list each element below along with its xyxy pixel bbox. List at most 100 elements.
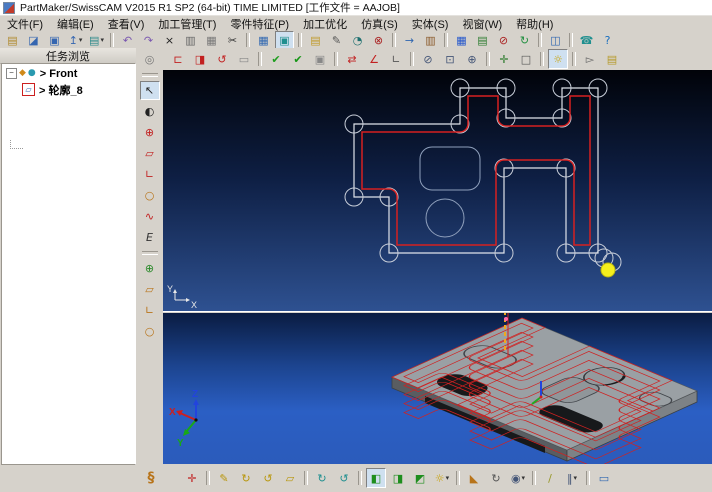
polygon-feature-icon: ▱: [145, 148, 153, 159]
support-phone-button[interactable]: ☎: [577, 31, 596, 49]
show-toolpath-button[interactable]: ☼: [548, 49, 568, 69]
report-button[interactable]: ▤: [473, 31, 492, 49]
tool-library-icon: ◎: [145, 54, 155, 65]
lead-angle-button[interactable]: ∠: [364, 49, 384, 69]
feature-edit-button[interactable]: ✎: [327, 31, 346, 49]
cut-button[interactable]: ✂: [223, 31, 242, 49]
tool-marker[interactable]: [601, 263, 615, 277]
display-options-dropdown-icon[interactable]: ▾: [446, 474, 450, 482]
undo-button[interactable]: ↶: [118, 31, 137, 49]
select-pointer-button[interactable]: ↖: [140, 81, 160, 100]
text-feature-button[interactable]: E: [140, 228, 160, 247]
point-feature-button[interactable]: ⊕: [140, 123, 160, 142]
contour-group-button[interactable]: ∟: [140, 301, 160, 320]
new-sheet-button[interactable]: ▭: [234, 49, 254, 69]
toolbar-separator: [532, 471, 536, 485]
ellipse-feature-button[interactable]: ○: [140, 186, 160, 205]
tree-item-contour8[interactable]: ▱ > 轮廓_8: [2, 83, 135, 96]
polygon-group-button[interactable]: ▱: [140, 280, 160, 299]
cycle-time-button[interactable]: ◔: [348, 31, 367, 49]
zoom-extent-button[interactable]: □: [516, 49, 536, 69]
toolbar-separator: [334, 52, 338, 66]
ellipse-group-icon: ○: [145, 326, 155, 337]
view-orient-icon: ◐: [145, 106, 155, 117]
print-dropdown-icon[interactable]: ▾: [100, 36, 104, 44]
spin-view-button[interactable]: ↻: [486, 468, 506, 488]
sketch-plane-button[interactable]: ✎: [214, 468, 234, 488]
view-front-button[interactable]: ◨: [388, 468, 408, 488]
view-front-icon: ◨: [393, 473, 403, 484]
sheet-highlight-button[interactable]: ▤: [602, 49, 622, 69]
ellipse-group-button[interactable]: ○: [140, 322, 160, 341]
point-group-button[interactable]: ⊕: [140, 259, 160, 278]
rotate-view-x-button[interactable]: ↻: [312, 468, 332, 488]
redo-icon: ↷: [144, 35, 153, 46]
measure-line-button[interactable]: /: [540, 468, 560, 488]
tree-item-front[interactable]: − ◆ ● > Front: [2, 67, 135, 80]
view-isometric-button[interactable]: ◧: [366, 468, 386, 488]
boundary-turn-button[interactable]: ◨: [190, 49, 210, 69]
pan-view-button[interactable]: ✛: [494, 49, 514, 69]
contour-feature-button[interactable]: ∟: [140, 165, 160, 184]
measure-tools-dropdown-icon[interactable]: ▾: [573, 474, 577, 482]
viewport-3d[interactable]: Z X Y: [163, 313, 712, 464]
camera-views-button[interactable]: ◉▾: [508, 468, 528, 488]
verify-all-icon: ✔: [293, 54, 302, 65]
help-button[interactable]: ?: [598, 31, 617, 49]
display-options-button[interactable]: ☼▾: [432, 468, 452, 488]
post-process-button[interactable]: ⊗: [369, 31, 388, 49]
part-features-button[interactable]: ▤: [306, 31, 325, 49]
zoom-previous-button[interactable]: ⊘: [418, 49, 438, 69]
export-program-button[interactable]: →: [400, 31, 419, 49]
open-folder-button[interactable]: ◪: [24, 31, 43, 49]
help-icon: ?: [605, 35, 611, 46]
copy-button[interactable]: ▥: [181, 31, 200, 49]
csys-axis-button[interactable]: ✛: [182, 468, 202, 488]
point-feature-icon: ⊕: [145, 127, 154, 138]
paste-button[interactable]: ▦: [202, 31, 221, 49]
measure-tools-button[interactable]: ‖▾: [562, 468, 582, 488]
new-file-button[interactable]: ▤: [3, 31, 22, 49]
zoom-window-button[interactable]: ⊡: [440, 49, 460, 69]
viewport-2d[interactable]: Y X: [163, 70, 712, 311]
section-view-button[interactable]: ◣: [464, 468, 484, 488]
redo-button[interactable]: ↷: [139, 31, 158, 49]
regenerate-button[interactable]: ↻: [515, 31, 534, 49]
process-table-button[interactable]: ▦: [254, 31, 273, 49]
save-button[interactable]: ▣: [45, 31, 64, 49]
rotate-view-y-button[interactable]: ↺: [334, 468, 354, 488]
spline-feature-button[interactable]: ∿: [140, 207, 160, 226]
corner-path-button[interactable]: ∟: [386, 49, 406, 69]
view-top-button[interactable]: ◩: [410, 468, 430, 488]
pick-highlight-button[interactable]: ▻: [580, 49, 600, 69]
reverse-direction-button[interactable]: ⇄: [342, 49, 362, 69]
verify-feature-button[interactable]: ✔: [266, 49, 286, 69]
sketch-revolve-button[interactable]: ↺: [258, 468, 278, 488]
camera-views-dropdown-icon[interactable]: ▾: [522, 474, 526, 482]
zoom-in-button[interactable]: ⊕: [462, 49, 482, 69]
boundary-rotate-button[interactable]: ↺: [212, 49, 232, 69]
group-features-button[interactable]: ▣: [310, 49, 330, 69]
tool-data-button[interactable]: ⊘: [494, 31, 513, 49]
cam-workspace-button[interactable]: ▣: [275, 31, 294, 49]
database-button[interactable]: ▥: [421, 31, 440, 49]
tool-library-button[interactable]: ◎: [140, 50, 160, 69]
split-view-button[interactable]: ◫: [546, 31, 565, 49]
sketch-sheet-button[interactable]: ▱: [280, 468, 300, 488]
import-dropdown-icon[interactable]: ▾: [79, 36, 83, 44]
boundary-mill-button[interactable]: ⊏: [168, 49, 188, 69]
thread-tool-button[interactable]: §: [139, 466, 163, 490]
delete-button[interactable]: ×: [160, 31, 179, 49]
print-button[interactable]: ▤▾: [87, 31, 106, 49]
sketch-rotate-button[interactable]: ↻: [236, 468, 256, 488]
task-browser-header[interactable]: 任务浏览: [0, 48, 136, 64]
collapse-icon[interactable]: −: [6, 68, 17, 79]
process-table-icon: ▦: [258, 35, 268, 46]
view-orient-button[interactable]: ◐: [140, 102, 160, 121]
window-grid-button[interactable]: ▦: [452, 31, 471, 49]
polygon-feature-button[interactable]: ▱: [140, 144, 160, 163]
screen-shot-button[interactable]: ▭: [594, 468, 614, 488]
import-button[interactable]: ↥▾: [66, 31, 85, 49]
workgroup-icon: ●: [28, 69, 36, 78]
verify-all-button[interactable]: ✔: [288, 49, 308, 69]
